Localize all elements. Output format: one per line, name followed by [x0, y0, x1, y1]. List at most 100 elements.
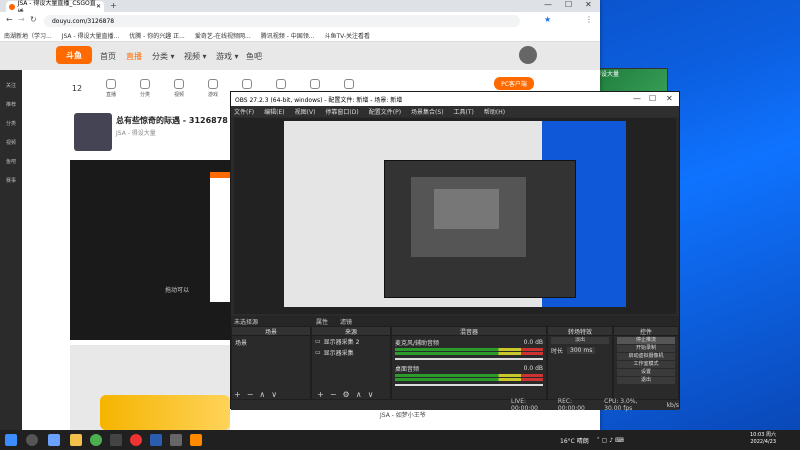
reload-icon[interactable]: ↻ [30, 15, 37, 24]
bookmark-star-icon[interactable]: ★ [544, 15, 551, 24]
menu-dots-icon[interactable]: ⋮ [585, 15, 593, 24]
transition-select[interactable]: 淡出 [551, 337, 609, 344]
windows-start-icon[interactable] [5, 434, 17, 446]
sidebar-item[interactable]: 推荐 [0, 101, 22, 108]
category-item[interactable]: 直播 [94, 78, 128, 98]
app-icon[interactable] [170, 434, 182, 446]
bookmark-item[interactable]: 爱奇艺-在线视频网... [195, 31, 251, 40]
transitions-header: 转场特效 [548, 327, 612, 336]
promo-banner[interactable] [100, 395, 230, 430]
menu-profile[interactable]: 配置文件(P) [369, 107, 401, 116]
menu-view[interactable]: 视图(V) [295, 107, 316, 116]
bookmark-item[interactable]: 优腾 - 你的兴趣 正... [129, 31, 185, 40]
bookmark-item[interactable]: 斗鱼TV-关注看看 [324, 31, 370, 40]
settings-button[interactable]: 设置 [617, 369, 675, 376]
category-item[interactable]: 游戏 [196, 78, 230, 98]
up-icon[interactable]: ∧ [356, 390, 362, 399]
properties-button[interactable]: 属性 [316, 317, 328, 326]
studio-mode-button[interactable]: 工作室模式 [617, 361, 675, 368]
remove-icon[interactable]: − [330, 390, 337, 399]
category-icon [106, 78, 116, 89]
menu-docks[interactable]: 停靠窗口(D) [325, 107, 358, 116]
gear-icon[interactable]: ⚙ [343, 390, 350, 399]
filters-button[interactable]: 滤镜 [340, 317, 352, 326]
explorer-icon[interactable] [70, 434, 82, 446]
user-avatar[interactable] [519, 46, 537, 64]
search-icon[interactable] [26, 434, 38, 446]
popup-panel[interactable] [210, 172, 232, 302]
menu-edit[interactable]: 编辑(E) [264, 107, 284, 116]
volume-meter [395, 352, 543, 355]
minimize-icon[interactable]: — [633, 94, 641, 103]
volume-slider[interactable] [395, 358, 543, 360]
room-meta: JSA - 得设大量 [116, 130, 156, 137]
forward-icon[interactable]: → [18, 15, 25, 24]
up-icon[interactable]: ∧ [259, 390, 265, 399]
back-icon[interactable]: ← [6, 15, 13, 24]
sidebar-item[interactable]: 视频 [0, 139, 22, 146]
weather[interactable]: 16°C 晴朗 [560, 436, 589, 445]
bookmark-item[interactable]: JSA - 得设大量直播... [62, 31, 120, 40]
nav-game[interactable]: 游戏 ▾ [216, 51, 239, 62]
add-icon[interactable]: + [317, 390, 324, 399]
menu-file[interactable]: 文件(F) [234, 107, 254, 116]
bookmark-item[interactable]: 腾讯视频 - 中国领... [261, 31, 315, 40]
volume-slider[interactable] [395, 384, 543, 386]
nav-category[interactable]: 分类 ▾ [152, 51, 175, 62]
streamer-avatar[interactable] [74, 113, 112, 151]
obs-titlebar[interactable]: OBS 27.2.3 (64-bit, windows) - 配置文件: 新增 … [231, 92, 679, 106]
add-icon[interactable]: + [234, 390, 241, 399]
pc-client-button[interactable]: PC客户端 [494, 77, 534, 90]
taskview-icon[interactable] [48, 434, 60, 446]
volume-meter [395, 374, 543, 377]
obs-statusbar: LIVE: 00:00:00 REC: 00:00:00 CPU: 3.0%, … [231, 398, 679, 412]
down-icon[interactable]: ∨ [368, 390, 374, 399]
app-icon[interactable] [190, 434, 202, 446]
browser-tab[interactable]: JSA - 得设大量直播_CSGO直播 ✕ [6, 0, 104, 16]
sidebar-item[interactable]: 分类 [0, 120, 22, 127]
duration-input[interactable]: 300 ms [567, 347, 596, 354]
url-input[interactable]: douyu.com/3126878 [44, 15, 520, 27]
exit-button[interactable]: 退出 [617, 377, 675, 384]
obs-taskbar-icon[interactable] [110, 434, 122, 446]
start-record-button[interactable]: 开始录制 [617, 345, 675, 352]
video-player[interactable] [70, 160, 230, 340]
maximize-icon[interactable]: ☐ [649, 94, 656, 103]
douyu-logo[interactable]: 斗鱼 [56, 46, 92, 64]
nav-home[interactable]: 首页 [100, 51, 116, 62]
app-icon[interactable] [130, 434, 142, 446]
minimize-icon[interactable]: — [544, 0, 552, 9]
follow-count[interactable]: 12 [60, 84, 94, 93]
source-item[interactable]: ▭ 显示器采集 2 [312, 336, 390, 347]
menu-scene-collection[interactable]: 场景集合(S) [411, 107, 444, 116]
stop-stream-button[interactable]: 停止推流 [617, 337, 675, 344]
app-icon[interactable] [150, 434, 162, 446]
menu-tools[interactable]: 工具(T) [454, 107, 474, 116]
menu-help[interactable]: 帮助(H) [484, 107, 505, 116]
down-icon[interactable]: ∨ [271, 390, 277, 399]
category-item[interactable]: 视频 [162, 78, 196, 98]
nav-live[interactable]: 直播 [126, 51, 142, 62]
scene-item[interactable]: 场景 [232, 336, 310, 349]
remove-icon[interactable]: − [247, 390, 254, 399]
nav-yuba[interactable]: 鱼吧 [246, 51, 262, 62]
obs-window: OBS 27.2.3 (64-bit, windows) - 配置文件: 新增 … [230, 91, 680, 412]
bookmark-item[interactable]: 南湖新地（学习... [4, 31, 52, 40]
maximize-icon[interactable]: ☐ [565, 0, 572, 9]
close-window-icon[interactable]: ✕ [585, 0, 592, 9]
tray-icons[interactable]: ˄ ▢ ♪ ⌨ [597, 437, 624, 444]
close-icon[interactable]: ✕ [666, 94, 673, 103]
close-tab-icon[interactable]: ✕ [96, 3, 101, 10]
source-item[interactable]: ▭ 显示器采集 [312, 347, 390, 358]
monitor-icon: ▭ [315, 349, 321, 356]
sidebar-item[interactable]: 鱼吧 [0, 158, 22, 165]
date: 2022/4/23 [750, 439, 776, 445]
sidebar-item[interactable]: 关注 [0, 82, 22, 89]
chrome-icon[interactable] [90, 434, 102, 446]
new-tab-icon[interactable]: + [110, 1, 117, 10]
nav-video[interactable]: 视频 ▾ [184, 51, 207, 62]
virtual-camera-button[interactable]: 启动虚拟摄像机 [617, 353, 675, 360]
sidebar-item[interactable]: 赛事 [0, 177, 22, 184]
category-item[interactable]: 分类 [128, 78, 162, 98]
clock[interactable]: 10:03 周六 2022/4/23 [750, 432, 776, 446]
